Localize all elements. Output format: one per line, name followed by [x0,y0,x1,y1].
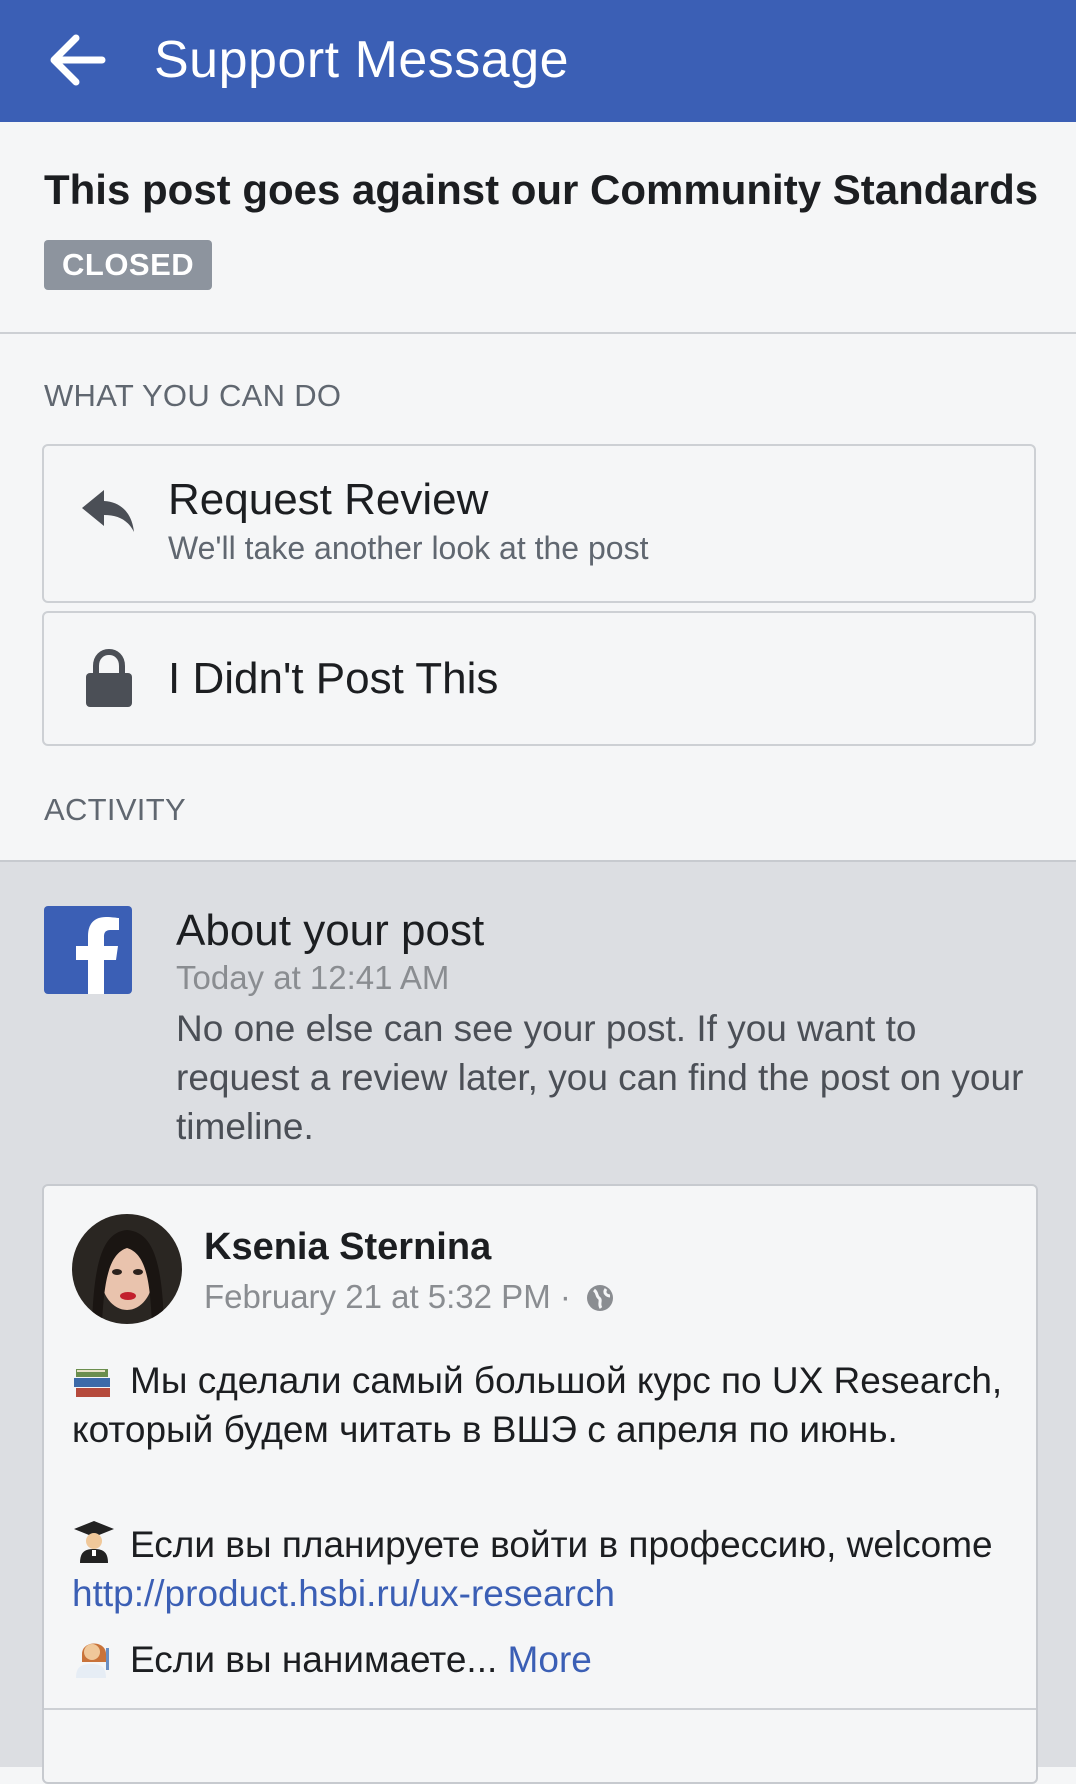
top-app-bar: Support Message [0,0,1076,122]
back-arrow-icon[interactable] [44,26,112,94]
post-paragraph-2: Если вы планируете войти в профессию, we… [72,1519,1012,1618]
message-body: No one else can see your post. If you wa… [176,1008,1024,1147]
post-author: Ksenia Sternina [204,1226,492,1268]
avatar[interactable] [72,1214,182,1324]
post-paragraph-1-text: Мы сделали самый большой курс по UX Rese… [72,1360,1003,1450]
course-link[interactable]: http://product.hsbi.ru/ux-research [72,1573,615,1614]
didnt-post-this-title: I Didn't Post This [168,654,499,703]
teacher-emoji-icon [72,1634,116,1678]
graduate-emoji-icon [72,1519,116,1563]
section-label-what-you-can-do: WHAT YOU CAN DO [44,378,342,413]
facebook-logo-icon [44,906,132,994]
message-title: About your post [176,906,485,955]
status-title: This post goes against our Community Sta… [44,166,1039,213]
status-section: This post goes against our Community Sta… [0,122,1076,334]
books-emoji-icon [72,1359,116,1399]
section-label-activity: ACTIVITY [44,792,186,827]
activity-feed: About your post Today at 12:41 AM No one… [0,860,1076,1784]
lock-icon [84,648,134,714]
reply-arrow-icon [80,486,136,541]
card-divider [44,1708,1036,1710]
post-paragraph-3: Если вы нанимаете... More [72,1634,1012,1684]
see-more-link[interactable]: More [508,1639,592,1680]
post-paragraph-3-text: Если вы нанимаете... [130,1639,508,1680]
reported-post-card[interactable]: Ksenia Sternina February 21 at 5:32 PM ·… [42,1184,1038,1784]
post-paragraph-2-text: Если вы планируете войти в профессию, we… [130,1524,993,1565]
request-review-title: Request Review [168,475,489,524]
didnt-post-this-button[interactable]: I Didn't Post This [42,611,1036,746]
message-timestamp: Today at 12:41 AM [176,959,450,996]
status-badge: CLOSED [44,240,213,290]
request-review-button[interactable]: Request Review We'll take another look a… [42,444,1036,603]
post-date[interactable]: February 21 at 5:32 PM · [204,1278,614,1320]
page-title: Support Message [154,31,570,89]
post-date-text: February 21 at 5:32 PM · [204,1278,571,1315]
post-paragraph-1: Мы сделали самый большой курс по UX Rese… [72,1356,1012,1454]
globe-icon [586,1282,614,1320]
request-review-subtitle: We'll take another look at the post [168,530,649,566]
